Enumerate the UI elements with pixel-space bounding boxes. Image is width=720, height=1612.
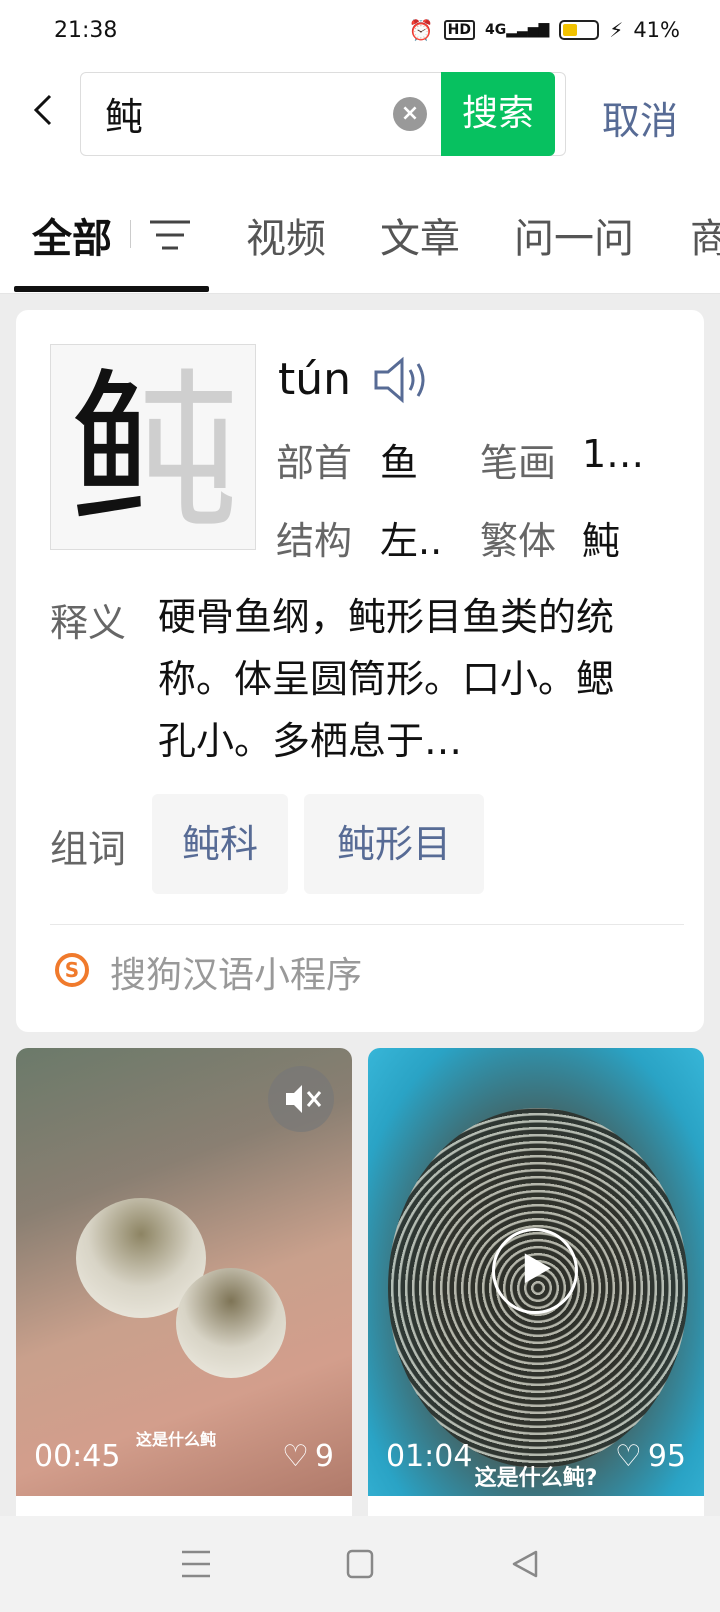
speaker-icon[interactable]	[372, 352, 432, 408]
menu-icon[interactable]	[176, 1546, 216, 1582]
character-stroke-image: 鲀 鲀	[50, 344, 256, 552]
pufferfish-image	[176, 1268, 286, 1378]
pinyin: tún	[278, 354, 352, 405]
signal-icon: 4G▂▃▅▇	[484, 22, 550, 38]
strokes-label: 笔画	[480, 441, 557, 485]
traditional-label: 繁体	[480, 519, 557, 563]
search-box: × 搜索	[80, 72, 566, 156]
structure-label: 结构	[276, 519, 353, 563]
video-caption-strip	[368, 1496, 704, 1516]
battery-percent: 41%	[633, 18, 680, 42]
alarm-icon: ⏰	[408, 18, 434, 42]
video-likes: ♡ 9	[282, 1439, 334, 1474]
search-input[interactable]	[105, 91, 355, 135]
tab-divider	[130, 220, 131, 248]
active-tab-indicator	[14, 286, 209, 292]
strokes-value: 1…	[582, 432, 645, 476]
tab-video[interactable]: 视频	[246, 206, 326, 264]
status-time: 21:38	[54, 18, 118, 43]
radical-label: 部首	[276, 441, 353, 485]
back-arrow-icon[interactable]	[24, 90, 64, 130]
card-divider	[50, 924, 684, 925]
words-label: 组词	[50, 827, 127, 871]
video-card[interactable]: 这是什么鲀? 01:04 ♡ 95	[368, 1048, 704, 1496]
video-duration: 01:04	[386, 1439, 473, 1474]
traditional-value: 魨	[582, 519, 621, 563]
tab-ask[interactable]: 问一问	[514, 206, 634, 264]
dictionary-card[interactable]: 鲀 鲀 tún 部首 鱼 笔画 1… 结构 左.. 繁体 魨 释义 硬骨鱼纲，鲀…	[16, 310, 704, 1032]
status-bar: 21:38 ⏰ HD 4G▂▃▅▇ ⚡ 41%	[0, 0, 720, 66]
back-triangle-icon[interactable]	[504, 1546, 544, 1582]
play-icon[interactable]	[492, 1228, 578, 1314]
heart-icon: ♡	[282, 1439, 309, 1474]
tab-shop[interactable]: 商	[690, 206, 720, 264]
mute-icon[interactable]	[268, 1066, 334, 1132]
cancel-button[interactable]: 取消	[602, 90, 678, 145]
system-nav-bar	[0, 1516, 720, 1612]
word-chip[interactable]: 鲀形目	[304, 794, 484, 894]
search-button[interactable]: 搜索	[441, 72, 555, 156]
filter-icon[interactable]	[148, 218, 192, 252]
definition-text: 硬骨鱼纲，鲀形目鱼类的统称。体呈圆筒形。口小。鳃孔小。多栖息于…	[158, 595, 615, 763]
battery-icon	[559, 20, 600, 40]
svg-text:S: S	[65, 958, 79, 982]
search-header: × 搜索 取消	[0, 66, 720, 176]
video-card[interactable]: 这是什么鲀 00:45 ♡ 9	[16, 1048, 352, 1496]
source-link[interactable]: 搜狗汉语小程序	[110, 946, 362, 998]
tab-all[interactable]: 全部	[32, 206, 112, 264]
video-likes: ♡ 95	[614, 1439, 686, 1474]
heart-icon: ♡	[614, 1439, 642, 1474]
home-icon[interactable]	[340, 1546, 380, 1582]
definition-label: 释义	[50, 601, 127, 645]
charging-icon: ⚡	[609, 18, 624, 42]
clear-icon[interactable]: ×	[393, 97, 427, 131]
structure-value: 左..	[380, 519, 443, 563]
character-glyph: 鲀 鲀	[69, 354, 239, 552]
result-tabs: 全部 视频 文章 问一问 商	[0, 176, 720, 294]
tab-article[interactable]: 文章	[380, 206, 460, 264]
status-icons: ⏰ HD 4G▂▃▅▇ ⚡ 41%	[409, 18, 680, 42]
video-duration: 00:45	[34, 1439, 121, 1474]
sogou-logo-icon: S	[55, 953, 89, 987]
word-chip[interactable]: 鲀科	[152, 794, 288, 894]
hd-icon: HD	[443, 20, 475, 40]
radical-value: 鱼	[380, 441, 419, 485]
video-caption-strip	[16, 1496, 352, 1516]
